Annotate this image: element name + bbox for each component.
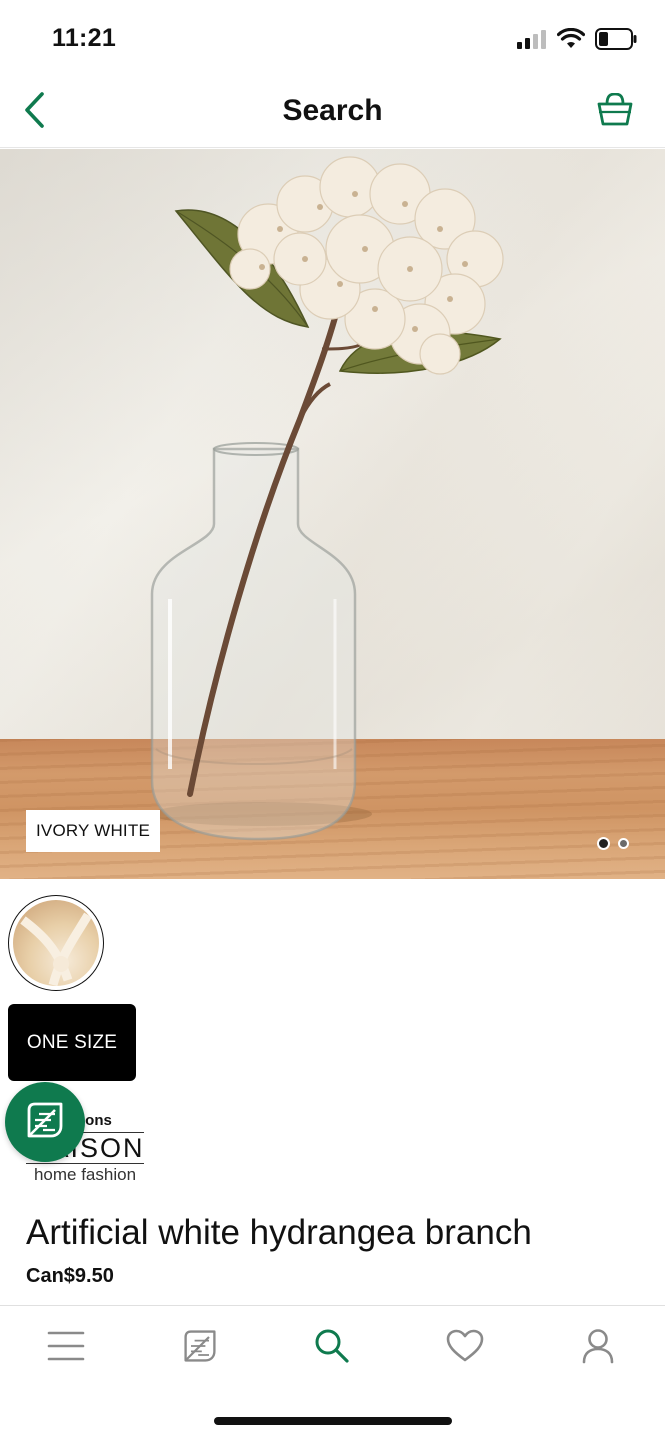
pagination-dot-1[interactable] xyxy=(597,837,610,850)
size-option-button[interactable]: ONE SIZE xyxy=(8,1004,136,1081)
nav-sustainability[interactable] xyxy=(178,1326,222,1370)
leaf-icon xyxy=(182,1328,218,1369)
nav-menu[interactable] xyxy=(44,1326,88,1370)
nav-search[interactable] xyxy=(310,1326,354,1370)
product-photo xyxy=(150,156,504,841)
status-time: 11:21 xyxy=(52,24,117,52)
top-navigation-bar: Search xyxy=(0,78,665,148)
shopping-bag-button[interactable] xyxy=(593,90,637,134)
product-image-gallery[interactable]: IVORY WHITE xyxy=(0,149,665,879)
wifi-icon xyxy=(556,27,586,55)
color-label-badge: IVORY WHITE xyxy=(26,810,160,852)
home-indicator xyxy=(214,1417,452,1425)
nav-account[interactable] xyxy=(576,1326,620,1370)
cellular-signal-icon xyxy=(517,29,547,54)
heart-icon xyxy=(446,1329,484,1368)
product-price: Can$9.50 xyxy=(26,1265,114,1287)
shopping-bag-icon xyxy=(596,92,634,132)
status-icons xyxy=(517,27,637,55)
pagination-dot-2[interactable] xyxy=(618,838,629,849)
status-bar: 11:21 xyxy=(0,0,665,78)
search-icon xyxy=(314,1328,350,1369)
sustainability-fab[interactable] xyxy=(5,1082,85,1162)
user-icon xyxy=(581,1328,615,1369)
product-name: Artificial white hydrangea branch xyxy=(26,1213,532,1252)
color-swatch[interactable] xyxy=(8,895,104,991)
nav-wishlist[interactable] xyxy=(443,1326,487,1370)
leaf-icon xyxy=(25,1100,65,1145)
bottom-navigation xyxy=(0,1305,665,1389)
color-swatch-image xyxy=(13,900,99,986)
brand-divider-bottom xyxy=(26,1163,144,1164)
gallery-pagination[interactable] xyxy=(597,837,629,850)
battery-icon xyxy=(595,28,637,55)
brand-subtitle: home fashion xyxy=(33,1165,137,1184)
menu-icon xyxy=(47,1329,85,1368)
page-title: Search xyxy=(282,94,383,127)
